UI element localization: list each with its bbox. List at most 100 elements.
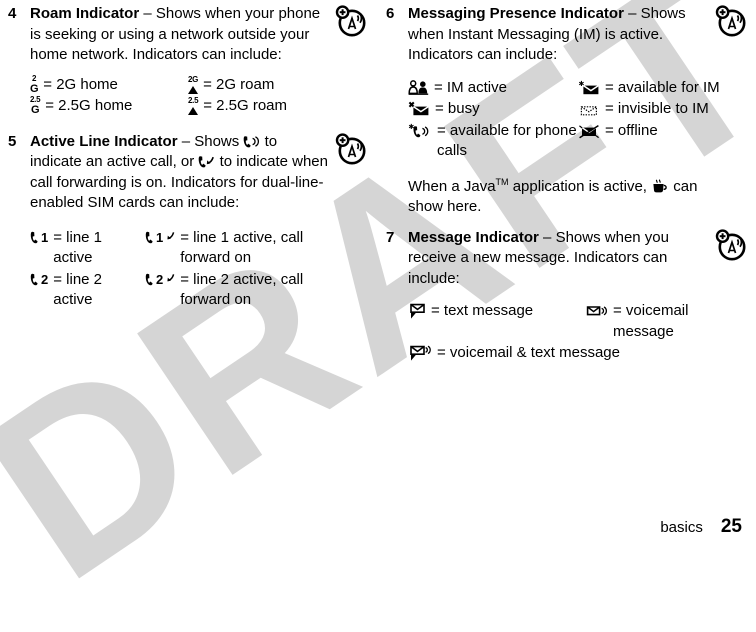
invisible-to-im-icon <box>578 99 600 120</box>
page-footer: basics 25 <box>0 516 756 538</box>
entry-message-indicator: 7 Message Indicator – Shows when you rec… <box>386 228 748 365</box>
glyph-line-number: 1 <box>156 230 164 246</box>
entry-text: Message Indicator – Shows when you recei… <box>408 228 748 290</box>
table-cell: = invisible to IM <box>578 99 728 121</box>
25g-home-icon: 2.5 G <box>30 95 41 117</box>
footer-page-number: 25 <box>720 516 742 537</box>
entry-term: Active Line Indicator <box>30 132 178 150</box>
entry-term: Messaging Presence Indicator <box>408 5 624 22</box>
roam-antenna-icon <box>334 4 368 38</box>
call-forward-icon <box>198 155 215 169</box>
left-column: 4 Roam Indicator – Shows when your phone… <box>8 4 378 316</box>
glyph-definition: = line 2 active, call forward on <box>180 270 304 309</box>
entry-text: Roam Indicator – Shows when your phone i… <box>30 4 368 66</box>
25g-roam-icon: 2.5 <box>188 96 199 117</box>
entry-dash: – <box>623 5 641 22</box>
table-cell: 2 = line 2 active <box>30 270 145 312</box>
table-cell: = voicemail & text message <box>408 343 728 365</box>
entry-text: Active Line Indicator – Shows to indicat… <box>30 132 368 214</box>
im-active-icon <box>408 78 429 99</box>
table-cell: = IM active <box>408 78 578 100</box>
entry-dash: – <box>177 132 195 150</box>
table-row: ✱ = available for phone calls = offline <box>408 121 748 163</box>
2g-roam-icon: 2G <box>188 75 198 96</box>
glyph-definition: = line 1 active <box>53 228 103 267</box>
table-cell: = text message <box>408 301 586 343</box>
table-row: = voicemail & text message <box>408 343 748 365</box>
table-row: ✖ = busy = invisible to IM <box>408 99 748 121</box>
glyph-definition: = available for phone calls <box>437 121 577 160</box>
line-1-active-icon: 1 <box>30 228 48 249</box>
table-row: = text message = voicemail message <box>408 301 748 343</box>
roam-antenna-icon <box>714 228 748 262</box>
voicemail-message-icon <box>586 301 608 322</box>
glyph-definition: = text message <box>431 302 534 319</box>
java-application-note: When a JavaTM application is active, can… <box>408 177 748 218</box>
glyph-definition: = 2.5G home <box>45 97 133 114</box>
offline-icon <box>578 121 600 142</box>
note-part-1: When a Java <box>408 177 496 195</box>
entry-active-line-indicator: 5 Active Line Indicator – Shows to indic… <box>8 132 368 312</box>
glyph-line-number: 2 <box>156 272 164 288</box>
table-cell: = offline <box>578 121 728 163</box>
glyph-definition: = voicemail & text message <box>437 344 620 361</box>
table-cell: 1 = line 1 active, call forward on <box>145 228 355 270</box>
entry-messaging-presence-indicator: 6 Messaging Presence Indicator – Shows w… <box>386 4 748 218</box>
entry-text: Messaging Presence Indicator – Shows whe… <box>408 4 748 66</box>
entry-dash: – <box>139 5 156 22</box>
glyph-top-text: 2 <box>32 73 37 83</box>
entry-term: Roam Indicator <box>30 5 140 22</box>
glyph-definition: = IM active <box>434 78 507 96</box>
glyph-line-number: 2 <box>41 272 49 288</box>
table-row: 1 = line 1 active 1 = line 1 active, cal… <box>30 228 368 270</box>
table-row: = IM active ✱ = available for IM <box>408 78 748 100</box>
glyph-top-text: 2G <box>188 74 199 84</box>
messaging-presence-table: = IM active ✱ = available for IM ✖ = bus… <box>408 78 748 163</box>
right-column: 6 Messaging Presence Indicator – Shows w… <box>378 4 748 369</box>
table-cell: 2G = 2G roam <box>188 75 360 97</box>
glyph-definition: = voicemail message <box>613 302 689 340</box>
glyph-definition: = 2.5G roam <box>203 97 288 114</box>
table-cell: 2.5 = 2.5G roam <box>188 96 360 118</box>
text-message-icon <box>408 301 426 322</box>
table-row: 2.5 G = 2.5G home 2.5 = 2.5G roam <box>30 96 368 118</box>
entry-description-part-1: Shows <box>194 132 244 150</box>
table-row: 2 = line 2 active 2 = line 2 active, cal… <box>30 270 368 312</box>
glyph-top-text: 2.5 <box>30 95 41 105</box>
glyph-line-number: 1 <box>41 230 49 246</box>
roam-antenna-icon <box>334 132 368 166</box>
glyph-bottom-text: G <box>30 82 39 95</box>
line-2-active-icon: 2 <box>30 270 48 291</box>
glyph-definition: = available for IM <box>605 78 720 96</box>
triangle-shape <box>188 107 199 116</box>
entry-term: Message Indicator <box>408 228 539 246</box>
glyph-definition: = line 1 active, call forward on <box>180 228 304 267</box>
table-cell: = voicemail message <box>586 301 726 343</box>
table-cell: ✱ = available for IM <box>578 78 728 100</box>
glyph-definition: = 2G roam <box>203 75 275 93</box>
entry-number: 4 <box>8 5 17 22</box>
glyph-top-text: 2.5 <box>188 96 199 106</box>
glyph-definition: = 2G home <box>43 75 118 93</box>
glyph-definition: = line 2 active <box>53 270 103 309</box>
roam-indicator-table: 2 G = 2G home 2G = 2G roam 2.5 G = 2.5G … <box>30 73 368 118</box>
table-cell: ✱ = available for phone calls <box>408 121 578 163</box>
glyph-definition: = offline <box>605 121 658 139</box>
entry-number: 6 <box>386 5 395 22</box>
two-column-layout: 4 Roam Indicator – Shows when your phone… <box>8 4 748 369</box>
message-indicator-table: = text message = voicemail message = voi… <box>408 301 748 365</box>
active-line-indicator-table: 1 = line 1 active 1 = line 1 active, cal… <box>30 228 368 312</box>
java-coffee-cup-icon <box>651 178 669 194</box>
entry-number: 7 <box>386 228 395 246</box>
trademark-symbol: TM <box>495 176 509 187</box>
active-call-icon <box>243 135 260 149</box>
triangle-shape <box>188 85 199 94</box>
line-2-active-cf-icon: 2 <box>145 270 175 291</box>
entry-roam-indicator: 4 Roam Indicator – Shows when your phone… <box>8 4 368 118</box>
glyph-bottom-text: G <box>30 104 40 117</box>
table-cell: 1 = line 1 active <box>30 228 145 270</box>
table-row: 2 G = 2G home 2G = 2G roam <box>30 73 368 97</box>
glyph-definition: = busy <box>435 100 480 117</box>
available-for-phone-calls-icon: ✱ <box>408 121 432 142</box>
table-cell: ✖ = busy <box>408 99 578 121</box>
